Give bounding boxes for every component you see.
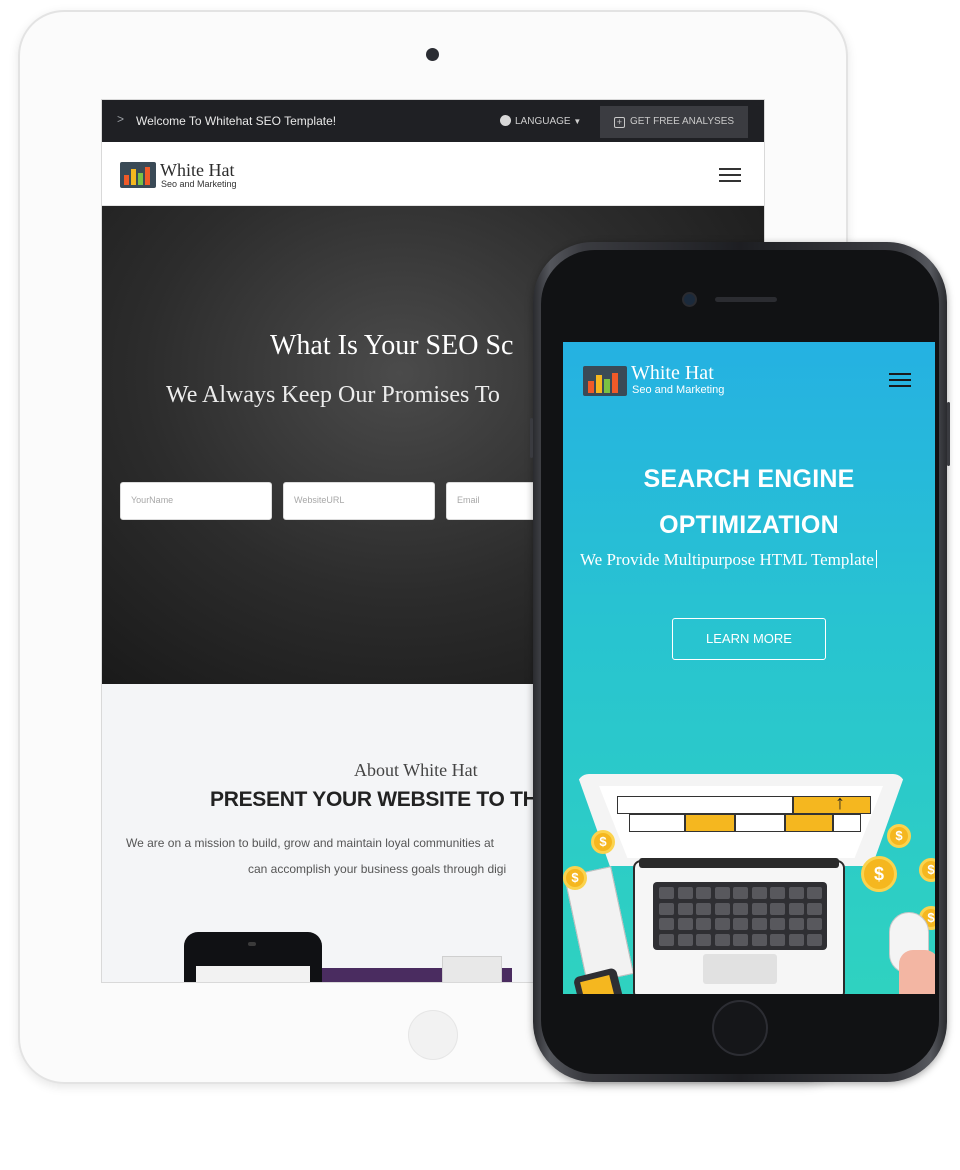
keyboard-key xyxy=(696,902,711,915)
keyboard-key xyxy=(788,918,804,930)
keyboard-key xyxy=(696,918,711,930)
about-subtitle: About White Hat xyxy=(354,760,478,780)
language-dropdown[interactable]: LANGUAGE ▼ xyxy=(500,115,581,127)
brand-name[interactable]: White Hat xyxy=(160,160,234,181)
keyboard-key xyxy=(733,933,748,946)
menu-icon[interactable] xyxy=(889,373,911,389)
keyboard-image xyxy=(653,882,827,950)
phone-power-button xyxy=(947,402,950,466)
globe-icon xyxy=(500,115,511,126)
keyboard-key xyxy=(659,918,674,930)
keyboard-key xyxy=(714,902,730,915)
seo-illustration: ↑ $ $ $ $ $ $ xyxy=(563,762,935,994)
phone-device: White Hat Seo and Marketing SEARCH ENGIN… xyxy=(530,242,950,1082)
keyboard-key xyxy=(770,887,785,899)
browser-image xyxy=(442,956,502,982)
keyboard-key xyxy=(733,902,748,915)
devices-image xyxy=(184,932,322,982)
laptop-screen: ↑ xyxy=(599,786,883,858)
phone-screen: White Hat Seo and Marketing SEARCH ENGIN… xyxy=(563,342,935,994)
hero-subtitle: We Provide Multipurpose HTML Template xyxy=(580,550,877,570)
menu-icon[interactable] xyxy=(719,168,741,184)
brand-name[interactable]: White Hat xyxy=(631,362,714,385)
keyboard-key xyxy=(751,887,767,899)
hero-subtitle-text: We Provide Multipurpose HTML Template xyxy=(580,550,874,569)
keyboard-key xyxy=(807,887,822,899)
keyboard-key xyxy=(770,902,785,915)
coin-icon: $ xyxy=(861,856,897,892)
tablet-home-button xyxy=(408,1010,458,1060)
hero-title-line2: OPTIMIZATION xyxy=(659,511,839,539)
name-input[interactable]: YourName xyxy=(120,482,272,520)
keyboard-key xyxy=(807,902,822,915)
touchpad-image xyxy=(703,954,777,984)
learn-more-button[interactable]: LEARN MORE xyxy=(672,618,826,660)
hero-title: SEARCH ENGINE OPTIMIZATION xyxy=(563,456,935,548)
keyboard-key xyxy=(807,918,822,930)
keyboard-key xyxy=(770,918,785,930)
phone-home-button xyxy=(712,1000,768,1056)
keyboard-key xyxy=(714,933,730,946)
keyboard-key xyxy=(677,887,693,899)
phone-volume-button xyxy=(530,418,533,458)
phone-speaker xyxy=(715,297,777,302)
keyboard-key xyxy=(751,902,767,915)
coin-icon: $ xyxy=(919,858,935,882)
logo-icon[interactable] xyxy=(120,162,156,188)
keyboard-key xyxy=(788,902,804,915)
keyboard-key xyxy=(659,933,674,946)
caret-down-icon: ▼ xyxy=(573,117,582,126)
about-text-line2: can accomplish your business goals throu… xyxy=(248,862,507,876)
get-free-analyses-label: GET FREE ANALYSES xyxy=(629,116,735,127)
keyboard-key xyxy=(733,887,748,899)
arrow-up-icon: ↑ xyxy=(835,792,845,814)
keyboard-key xyxy=(677,918,693,930)
about-text-line1: We are on a mission to build, grow and m… xyxy=(126,836,494,850)
keyboard-key xyxy=(770,933,785,946)
brand-tagline: Seo and Marketing xyxy=(632,384,725,396)
keyboard-key xyxy=(696,933,711,946)
keyboard-key xyxy=(751,918,767,930)
tablet-camera xyxy=(426,48,439,61)
top-bar: > Welcome To Whitehat SEO Template! LANG… xyxy=(102,100,764,142)
coin-icon: $ xyxy=(591,830,615,854)
keyboard-key xyxy=(659,887,674,899)
keyboard-key xyxy=(807,933,822,946)
phone-bezel: White Hat Seo and Marketing SEARCH ENGIN… xyxy=(541,250,939,1074)
website-url-input[interactable]: WebsiteURL xyxy=(283,482,435,520)
hero-title-line1: SEARCH ENGINE xyxy=(643,465,855,493)
chevron-right-icon: > xyxy=(117,112,125,126)
keyboard-key xyxy=(659,902,674,915)
keyboard-key xyxy=(788,887,804,899)
coin-icon: $ xyxy=(563,866,587,890)
tablet-navbar: White Hat Seo and Marketing xyxy=(102,142,764,206)
keyboard-key xyxy=(751,933,767,946)
keyboard-key xyxy=(677,933,693,946)
hero-subheading: We Always Keep Our Promises To xyxy=(166,382,500,408)
coin-icon: $ xyxy=(887,824,911,848)
keyboard-key xyxy=(788,933,804,946)
plus-box-icon: + xyxy=(613,117,625,128)
welcome-text: Welcome To Whitehat SEO Template! xyxy=(136,114,337,128)
language-label: LANGUAGE xyxy=(515,116,571,127)
keyboard-key xyxy=(733,918,748,930)
phone-camera xyxy=(684,294,695,305)
hero-heading: What Is Your SEO Sc xyxy=(270,330,514,361)
about-title: PRESENT YOUR WEBSITE TO TH xyxy=(210,788,538,811)
keyboard-key xyxy=(696,887,711,899)
logo-icon[interactable] xyxy=(583,366,627,396)
typing-caret xyxy=(875,550,877,568)
brand-tagline: Seo and Marketing xyxy=(161,179,237,189)
product-mockup: > Welcome To Whitehat SEO Template! LANG… xyxy=(0,0,960,1170)
keyboard-key xyxy=(714,887,730,899)
keyboard-key xyxy=(714,918,730,930)
laptop-hinge xyxy=(639,858,839,868)
get-free-analyses-button[interactable]: + GET FREE ANALYSES xyxy=(600,106,748,138)
keyboard-key xyxy=(677,902,693,915)
hand-image xyxy=(899,950,935,994)
